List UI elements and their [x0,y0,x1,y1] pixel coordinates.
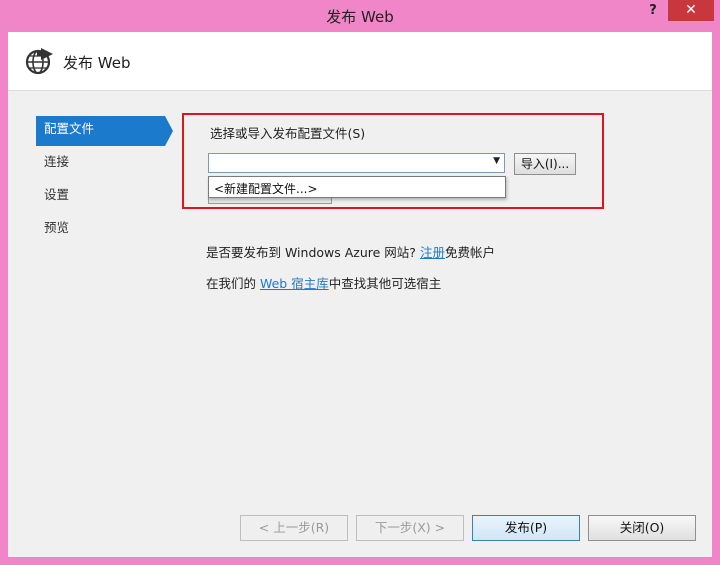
next-button[interactable]: 下一步(X) > [356,515,464,541]
hosts-gallery-text: 在我们的 Web 宿主库中查找其他可选宿主 [206,273,441,292]
hosts-suffix: 中查找其他可选宿主 [328,276,442,291]
help-button[interactable]: ? [640,0,666,21]
azure-signup-link[interactable]: 注册 [420,245,445,260]
header-title: 发布 Web [63,54,131,72]
window-title: 发布 Web [326,8,394,26]
close-button[interactable]: 关闭(O) [588,515,696,541]
publish-button[interactable]: 发布(P) [472,515,580,541]
publish-web-dialog: 发布 Web ? ✕ 发布 Web 配置文件 连接 设置 预览 选择或导入发布配… [0,0,720,565]
dialog-header: 发布 Web [8,32,712,91]
azure-signup-text: 是否要发布到 Windows Azure 网站? 注册免费帐户 [206,242,495,261]
nav-item-profile[interactable]: 配置文件 [36,116,173,146]
wizard-nav: 配置文件 连接 设置 预览 [36,116,176,248]
azure-prefix: 是否要发布到 Windows Azure 网站? [206,245,416,260]
dialog-body: 发布 Web 配置文件 连接 设置 预览 选择或导入发布配置文件(S) ▼ 导入… [8,32,712,557]
nav-item-connection[interactable]: 连接 [36,149,176,179]
hosts-prefix: 在我们的 [206,276,260,291]
nav-item-preview[interactable]: 预览 [36,215,176,245]
window-close-button[interactable]: ✕ [668,0,714,21]
web-hosts-gallery-link[interactable]: Web 宿主库 [260,276,329,291]
azure-suffix: 免费帐户 [444,245,495,260]
highlight-box [182,113,604,209]
title-bar: 发布 Web ? ✕ [0,0,720,32]
globe-publish-icon [24,46,54,76]
previous-button[interactable]: < 上一步(R) [240,515,348,541]
nav-item-settings[interactable]: 设置 [36,182,176,212]
